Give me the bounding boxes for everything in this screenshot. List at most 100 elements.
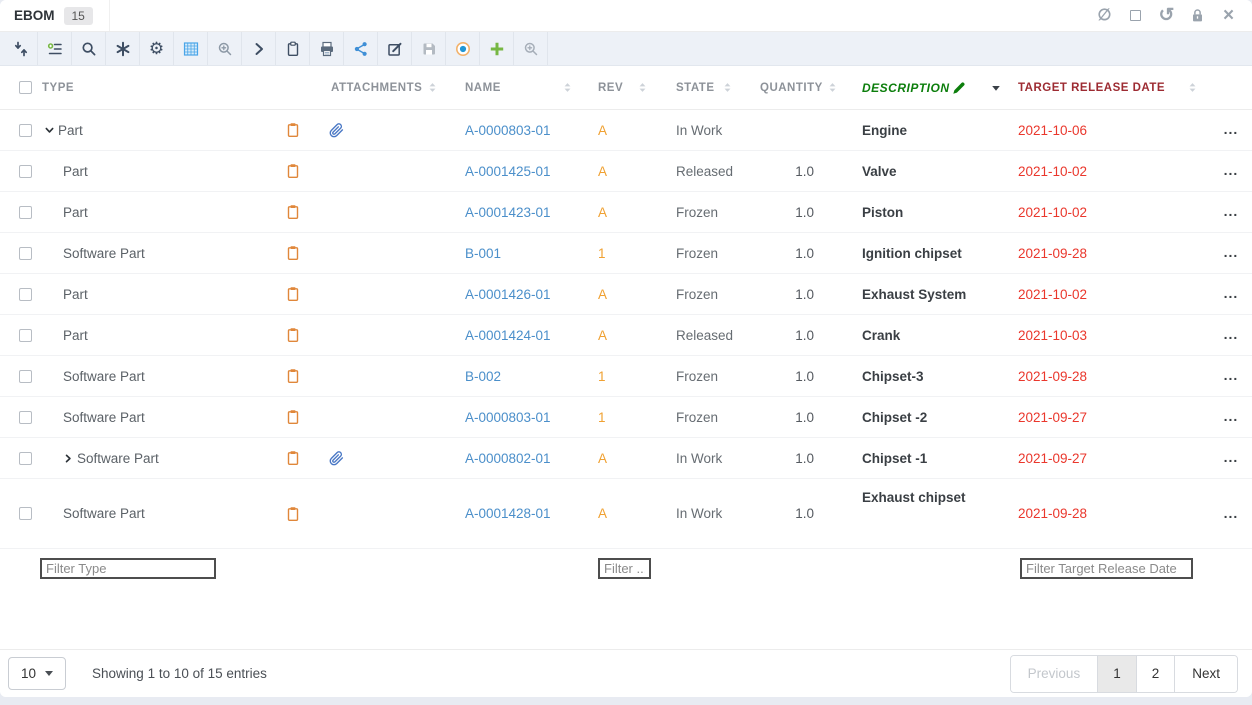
row-checkbox[interactable]	[19, 411, 32, 424]
column-header-attachments[interactable]: ATTACHMENTS	[316, 66, 450, 109]
row-checkbox[interactable]	[19, 452, 32, 465]
row-checkbox[interactable]	[19, 370, 32, 383]
column-header-quantity[interactable]: QUANTITY	[745, 66, 850, 109]
row-menu-button[interactable]: ...	[1224, 511, 1239, 517]
clipboard-icon[interactable]	[285, 122, 301, 138]
filter-type-input[interactable]	[40, 558, 216, 579]
name-link[interactable]: B-002	[465, 369, 501, 384]
row-menu-button[interactable]: ...	[1224, 250, 1239, 256]
column-header-name[interactable]: NAME	[450, 66, 585, 109]
window-controls: ∅ ↺ ×	[1096, 7, 1252, 25]
clipboard-icon[interactable]	[285, 163, 301, 179]
row-menu-button[interactable]: ...	[1224, 332, 1239, 338]
clipboard-icon[interactable]	[285, 368, 301, 384]
clipboard-icon[interactable]	[285, 450, 301, 466]
table-row: Software PartB-0021Frozen1.0Chipset-3202…	[0, 356, 1252, 397]
page-size-select[interactable]: 10	[8, 657, 66, 690]
select-all-checkbox[interactable]	[19, 81, 32, 94]
save-icon[interactable]	[412, 32, 446, 65]
table-header-row: TYPEATTACHMENTSNAMEREVSTATEQUANTITYDESCR…	[0, 66, 1252, 110]
slashed-circle-icon[interactable]: ∅	[1096, 7, 1113, 25]
filter-target-release-date-input[interactable]	[1020, 558, 1193, 579]
share-icon[interactable]	[344, 32, 378, 65]
name-link[interactable]: A-0001426-01	[465, 287, 551, 302]
description-value: Exhaust chipset	[862, 490, 966, 505]
footer: 10 Showing 1 to 10 of 15 entries Previou…	[0, 649, 1252, 697]
grid-view-icon[interactable]	[174, 32, 208, 65]
add-row-icon[interactable]	[38, 32, 72, 65]
row-checkbox[interactable]	[19, 165, 32, 178]
name-link[interactable]: A-0001423-01	[465, 205, 551, 220]
row-checkbox[interactable]	[19, 507, 32, 520]
row-checkbox[interactable]	[19, 124, 32, 137]
name-link[interactable]: A-0000803-01	[465, 123, 551, 138]
pagination-previous-button[interactable]: Previous	[1011, 656, 1099, 692]
row-checkbox[interactable]	[19, 206, 32, 219]
clipboard-icon[interactable]	[285, 286, 301, 302]
undo-icon[interactable]: ↺	[1158, 7, 1175, 25]
table-body: PartA-0000803-01AIn WorkEngine2021-10-06…	[0, 110, 1252, 549]
row-menu-button[interactable]: ...	[1224, 373, 1239, 379]
collapse-icon[interactable]	[4, 32, 38, 65]
maximize-icon[interactable]	[1127, 7, 1144, 25]
name-link[interactable]: A-0000803-01	[465, 410, 551, 425]
row-checkbox[interactable]	[19, 329, 32, 342]
expand-chevron-down-icon[interactable]	[44, 125, 55, 136]
table-row: PartA-0001425-01AReleased1.0Valve2021-10…	[0, 151, 1252, 192]
add-icon[interactable]	[480, 32, 514, 65]
lock-icon[interactable]	[1189, 7, 1206, 25]
row-menu-button[interactable]: ...	[1224, 127, 1239, 133]
row-menu-button[interactable]: ...	[1224, 414, 1239, 420]
column-label: NAME	[465, 82, 501, 94]
row-menu-button[interactable]: ...	[1224, 455, 1239, 461]
print-icon[interactable]	[310, 32, 344, 65]
pagination-next-button[interactable]: Next	[1175, 656, 1237, 692]
column-header-rev[interactable]: REV	[585, 66, 660, 109]
type-value: Software Part	[63, 506, 145, 521]
type-value: Part	[63, 328, 88, 343]
clipboard-icon[interactable]	[285, 204, 301, 220]
name-link[interactable]: A-0001424-01	[465, 328, 551, 343]
eye-icon[interactable]	[446, 32, 480, 65]
zoom-search-icon[interactable]	[208, 32, 242, 65]
attachment-paperclip-icon[interactable]	[329, 123, 344, 138]
row-menu-button[interactable]: ...	[1224, 168, 1239, 174]
tab-ebom[interactable]: EBOM 15	[0, 0, 110, 31]
column-header-state[interactable]: STATE	[660, 66, 745, 109]
clipboard-icon[interactable]	[285, 506, 301, 522]
clipboard-icon[interactable]	[285, 245, 301, 261]
state-value: In Work	[676, 451, 722, 466]
clipboard-icon[interactable]	[285, 409, 301, 425]
row-checkbox[interactable]	[19, 288, 32, 301]
chevron-right-icon[interactable]	[242, 32, 276, 65]
name-link[interactable]: A-0001428-01	[465, 506, 551, 521]
row-menu-button[interactable]: ...	[1224, 291, 1239, 297]
name-link[interactable]: B-001	[465, 246, 501, 261]
close-icon[interactable]: ×	[1220, 7, 1237, 25]
quantity-value: 1.0	[795, 451, 814, 466]
asterisk-icon[interactable]	[106, 32, 140, 65]
tab-count-badge: 15	[64, 7, 93, 25]
zoom-in-icon[interactable]	[514, 32, 548, 65]
row-checkbox[interactable]	[19, 247, 32, 260]
search-icon[interactable]	[72, 32, 106, 65]
expand-chevron-right-icon[interactable]	[63, 453, 74, 464]
description-value: Valve	[862, 164, 897, 179]
state-value: Frozen	[676, 410, 718, 425]
column-menu-caret-icon[interactable]	[985, 66, 1010, 109]
pagination-page-1-button[interactable]: 1	[1098, 656, 1137, 692]
name-link[interactable]: A-0000802-01	[465, 451, 551, 466]
pagination-page-2-button[interactable]: 2	[1137, 656, 1176, 692]
clipboard-icon[interactable]	[276, 32, 310, 65]
clipboard-icon[interactable]	[285, 327, 301, 343]
state-value: Released	[676, 328, 733, 343]
attachment-paperclip-icon[interactable]	[329, 451, 344, 466]
row-menu-button[interactable]: ...	[1224, 209, 1239, 215]
name-link[interactable]: A-0001425-01	[465, 164, 551, 179]
column-header-target[interactable]: TARGET RELEASE DATE	[1010, 66, 1210, 109]
edit-icon[interactable]	[378, 32, 412, 65]
description-value: Chipset -2	[862, 410, 927, 425]
column-header-type: TYPE	[42, 66, 232, 109]
filter-rev-input[interactable]	[598, 558, 651, 579]
settings-icon[interactable]: ⚙	[140, 32, 174, 65]
